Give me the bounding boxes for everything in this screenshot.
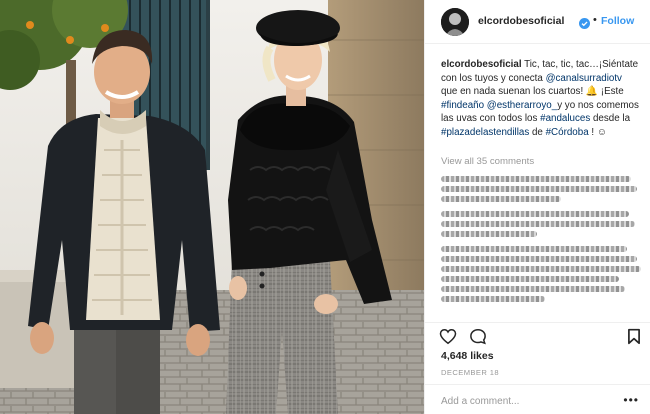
list-item — [441, 186, 637, 192]
caption-text: de — [531, 126, 543, 138]
caption-hashtag[interactable]: #Córdoba — [546, 127, 589, 138]
add-comment-bar: Add a comment... ••• — [425, 384, 650, 414]
list-item — [441, 221, 635, 227]
list-item — [441, 196, 561, 202]
caption-text: desde la — [592, 113, 631, 125]
caption-mention[interactable]: @canalsurradiotv — [546, 73, 622, 84]
list-item — [441, 246, 627, 252]
photo-illustration — [0, 0, 424, 414]
post-header: elcordobesoficial • Follow — [425, 0, 650, 44]
caption-hashtag[interactable]: #findeaño — [441, 100, 484, 111]
post-actions — [425, 322, 650, 350]
caption-hashtag[interactable]: #andaluces — [540, 113, 590, 124]
post-caption: elcordobesoficial Tic, tac, tic, tac…¡Si… — [441, 58, 641, 140]
header-separator: • — [593, 14, 597, 26]
list-item — [441, 266, 641, 272]
post-photo[interactable] — [0, 0, 424, 414]
avatar[interactable] — [441, 8, 469, 36]
caption-mention[interactable]: @estherarroyo_ — [487, 100, 557, 111]
verified-badge-icon — [579, 16, 590, 29]
header-username[interactable]: elcordobesoficial — [478, 15, 564, 27]
caption-text: ! ☺ — [591, 126, 607, 138]
add-comment-input[interactable]: Add a comment... — [441, 396, 519, 407]
list-item — [441, 211, 629, 217]
caption-username[interactable]: elcordobesoficial — [441, 59, 522, 70]
list-item — [441, 256, 637, 262]
list-item — [441, 231, 537, 237]
view-all-comments-link[interactable]: View all 35 comments — [441, 156, 534, 167]
post-side-panel: elcordobesoficial • Follow elcordobesofi… — [424, 0, 650, 414]
list-item — [441, 176, 631, 182]
caption-hashtag[interactable]: #plazadelastendillas — [441, 127, 529, 138]
post-date: DECEMBER 18 — [441, 368, 499, 377]
bookmark-icon[interactable] — [627, 328, 641, 345]
list-item — [441, 276, 619, 282]
likes-count[interactable]: 4,648 likes — [441, 350, 494, 362]
more-options-icon[interactable]: ••• — [623, 393, 639, 407]
comment-icon[interactable] — [469, 328, 487, 345]
caption-text: que en nada suenan los cuartos! 🔔 ¡Este — [441, 86, 624, 98]
heart-icon[interactable] — [439, 328, 457, 345]
list-item — [441, 286, 625, 292]
follow-button[interactable]: Follow — [601, 15, 634, 27]
list-item — [441, 296, 545, 302]
comments-list-blurred — [441, 172, 647, 320]
